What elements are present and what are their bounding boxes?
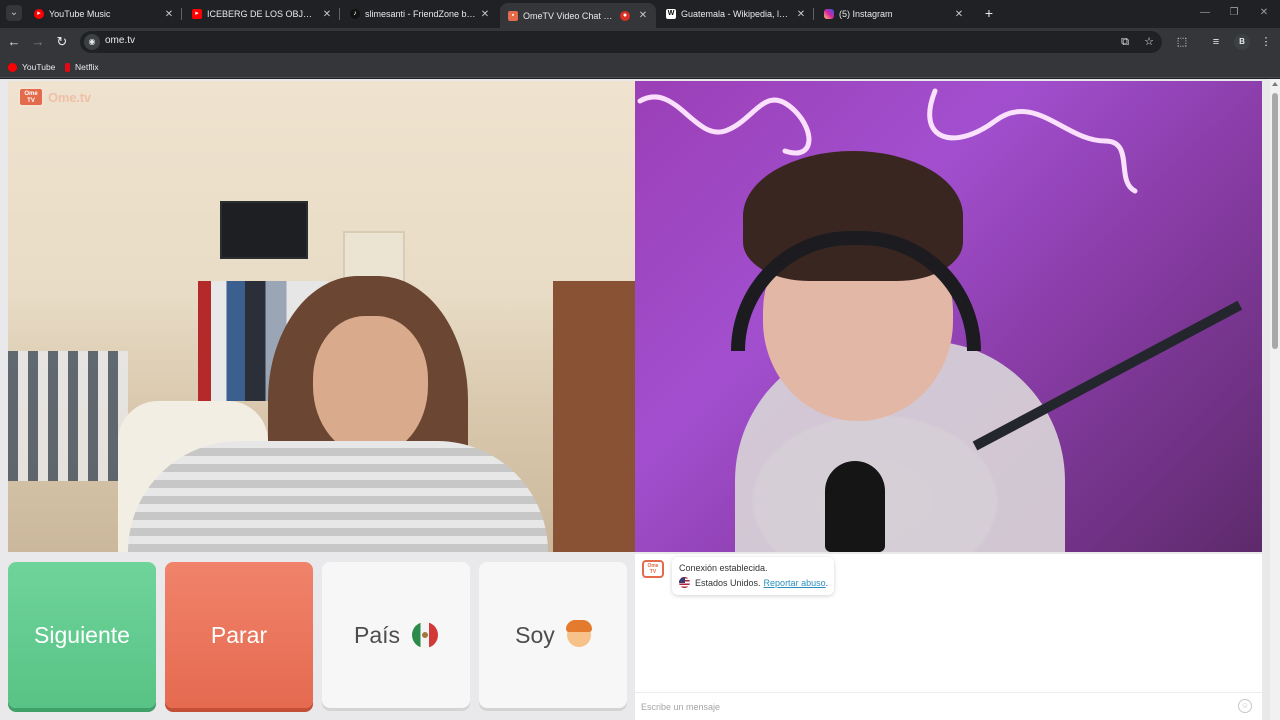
tab-strip: ⌄ ▸ YouTube Music ✕ ▸ ICEBERG DE LOS OBJ… bbox=[0, 0, 1280, 28]
tab-search-button[interactable]: ⌄ bbox=[6, 5, 22, 21]
url-text[interactable]: ome.tv bbox=[105, 35, 135, 46]
back-icon[interactable]: ← bbox=[6, 34, 22, 50]
page-scrollbar[interactable] bbox=[1270, 79, 1280, 720]
system-message: Conexión establecida. Estados Unidos. Re… bbox=[672, 557, 834, 595]
bookmark-netflix[interactable]: Netflix bbox=[65, 60, 99, 74]
gender-button-label: Soy bbox=[515, 621, 555, 648]
tab-iceberg[interactable]: ▸ ICEBERG DE LOS OBJETOS PERD ✕ bbox=[184, 3, 340, 25]
stranger-video: Ome TV Ome.tv bbox=[8, 81, 635, 552]
bookmark-youtube[interactable]: YouTube bbox=[8, 60, 55, 74]
stop-button-label: Parar bbox=[210, 621, 268, 648]
tab-instagram[interactable]: (5) Instagram ✕ bbox=[816, 3, 972, 25]
close-icon[interactable]: ✕ bbox=[954, 9, 964, 20]
boy-face-icon bbox=[565, 620, 592, 647]
tab-title: ICEBERG DE LOS OBJETOS PERD bbox=[207, 9, 318, 19]
ometv-page: Ome TV Ome.tv Siguiente Parar País Soy O… bbox=[0, 79, 1270, 720]
stop-button[interactable]: Parar bbox=[165, 562, 313, 708]
bookmark-label: YouTube bbox=[22, 62, 56, 72]
country-button-label: País bbox=[353, 621, 401, 648]
report-abuse-suffix: . bbox=[825, 577, 829, 588]
ometv-logo-text: Ome.tv bbox=[48, 89, 91, 105]
youtube-icon bbox=[8, 62, 17, 72]
minimize-icon[interactable]: — bbox=[1198, 6, 1212, 20]
ometv-system-avatar: Ome TV bbox=[642, 560, 664, 578]
tab-youtube-music[interactable]: ▸ YouTube Music ✕ bbox=[26, 3, 182, 25]
tab-ometv[interactable]: ▪ OmeTV Video Chat — Ome ● ✕ bbox=[500, 3, 656, 28]
close-icon[interactable]: ✕ bbox=[480, 9, 490, 20]
new-tab-button[interactable]: + bbox=[982, 5, 996, 21]
bookmarks-bar: YouTube Netflix bbox=[0, 56, 1280, 78]
browser-toolbar: ← → ↻ ◉ ome.tv ⧉ ☆ ⬚ ≡ B ⋮ bbox=[0, 28, 1280, 56]
extensions-icon[interactable]: ⬚ bbox=[1174, 34, 1190, 50]
instagram-icon bbox=[824, 9, 834, 19]
stranger-country-text: Estados Unidos. bbox=[695, 577, 761, 588]
wikipedia-icon: W bbox=[666, 9, 676, 19]
cast-icon[interactable]: ⧉ bbox=[1118, 35, 1132, 49]
close-icon[interactable]: ✕ bbox=[638, 10, 648, 21]
gender-select-button[interactable]: Soy bbox=[479, 562, 627, 708]
country-filter-button[interactable]: País bbox=[322, 562, 470, 708]
tab-tiktok[interactable]: ♪ slimesanti - FriendZone by slim ✕ bbox=[342, 3, 498, 25]
tab-title: OmeTV Video Chat — Ome bbox=[523, 10, 616, 21]
restore-icon[interactable]: ❐ bbox=[1227, 6, 1241, 20]
profile-avatar[interactable]: B bbox=[1234, 34, 1250, 50]
forward-icon[interactable]: → bbox=[30, 34, 46, 50]
video-scene-microphone bbox=[825, 461, 885, 552]
netflix-icon bbox=[65, 62, 70, 72]
tab-title: slimesanti - FriendZone by slim bbox=[365, 9, 476, 19]
bookmark-label: Netflix bbox=[75, 62, 99, 72]
video-scene-drawers bbox=[553, 281, 635, 552]
tab-title: YouTube Music bbox=[49, 9, 111, 19]
chat-message-input[interactable] bbox=[641, 699, 1221, 715]
bookmark-star-icon[interactable]: ☆ bbox=[1142, 35, 1156, 49]
close-icon[interactable]: ✕ bbox=[322, 9, 332, 20]
ometv-logo-badge: Ome TV bbox=[18, 87, 44, 107]
ometv-logo: Ome TV Ome.tv bbox=[18, 87, 91, 107]
ometv-icon: ▪ bbox=[508, 10, 518, 21]
next-button[interactable]: Siguiente bbox=[8, 562, 156, 708]
window-close-icon[interactable]: ✕ bbox=[1257, 6, 1271, 20]
connection-status-text: Conexión establecida. bbox=[679, 563, 768, 573]
video-scene-tv bbox=[220, 201, 308, 259]
video-scene-bed bbox=[8, 351, 128, 481]
youtube-music-icon: ▸ bbox=[34, 9, 44, 19]
site-info-icon[interactable]: ◉ bbox=[84, 34, 100, 50]
menu-icon[interactable]: ⋮ bbox=[1258, 34, 1274, 50]
address-bar[interactable]: ◉ ome.tv ⧉ ☆ bbox=[80, 31, 1162, 53]
usa-flag-icon bbox=[679, 577, 690, 588]
scrollbar-thumb[interactable] bbox=[1272, 93, 1278, 349]
chat-panel: Ome TV Conexión establecida. Estados Unid… bbox=[635, 554, 1262, 720]
chat-input-bar: ☺ bbox=[635, 692, 1262, 720]
close-icon[interactable]: ✕ bbox=[796, 9, 806, 20]
emoji-icon[interactable]: ☺ bbox=[1238, 699, 1252, 713]
close-icon[interactable]: ✕ bbox=[164, 9, 174, 20]
tab-title: (5) Instagram bbox=[839, 9, 893, 19]
youtube-icon: ▸ bbox=[192, 9, 202, 19]
self-video bbox=[635, 81, 1262, 552]
tiktok-icon: ♪ bbox=[350, 9, 360, 19]
video-person-face bbox=[313, 316, 428, 456]
scroll-up-arrow-icon[interactable] bbox=[1272, 82, 1278, 86]
video-person-sweater bbox=[128, 441, 548, 552]
next-button-label: Siguiente bbox=[34, 621, 130, 648]
mexico-flag-icon bbox=[412, 622, 439, 648]
media-controls-icon[interactable]: ≡ bbox=[1208, 34, 1224, 50]
tab-title: Guatemala - Wikipedia, la encic bbox=[681, 9, 792, 19]
report-abuse-link[interactable]: Reportar abuso bbox=[764, 578, 826, 588]
recording-icon: ● bbox=[620, 10, 630, 21]
tab-wikipedia[interactable]: W Guatemala - Wikipedia, la encic ✕ bbox=[658, 3, 814, 25]
reload-icon[interactable]: ↻ bbox=[54, 34, 70, 50]
